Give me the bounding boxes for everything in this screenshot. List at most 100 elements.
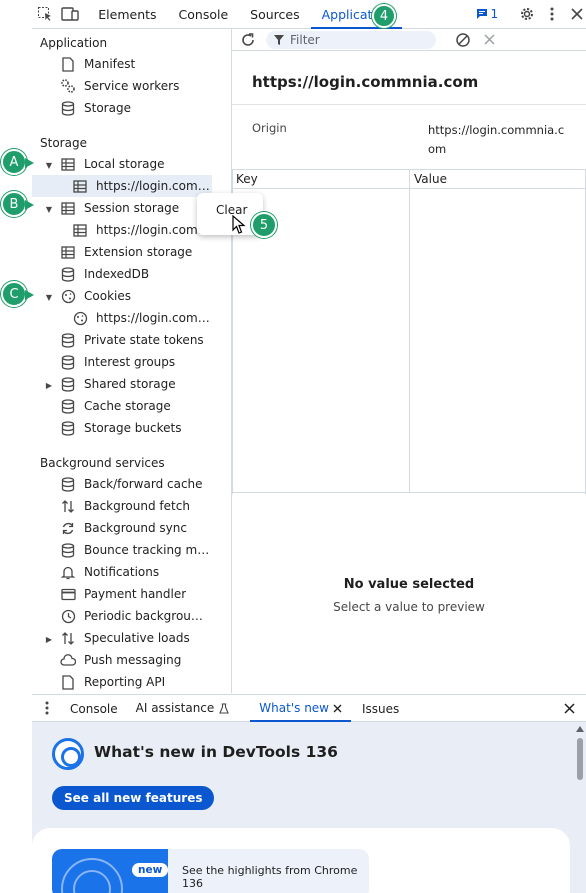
sidebar-item-label: Back/forward cache bbox=[84, 477, 203, 491]
device-toolbar-icon[interactable] bbox=[61, 3, 80, 25]
column-header-key[interactable]: Key bbox=[232, 170, 410, 188]
sidebar-item-storage-buckets[interactable]: Storage buckets bbox=[60, 417, 181, 439]
column-header-value[interactable]: Value bbox=[410, 170, 447, 188]
no-value-heading: No value selected bbox=[343, 577, 475, 592]
table-icon bbox=[60, 200, 76, 216]
sidebar-item-label: https://login.commnia.com bbox=[96, 179, 212, 193]
highlights-card[interactable]: new See the highlights from Chrome 136 bbox=[52, 849, 369, 893]
sidebar-item-local-storage-origin[interactable]: https://login.commnia.com bbox=[32, 175, 212, 197]
sidebar-item-local-storage[interactable]: Local storage bbox=[60, 153, 165, 175]
sidebar-item-indexeddb[interactable]: IndexedDB bbox=[60, 263, 149, 285]
sidebar-item-background-sync[interactable]: Background sync bbox=[60, 517, 187, 539]
database-icon bbox=[60, 542, 76, 558]
settings-icon[interactable] bbox=[518, 3, 537, 25]
close-devtools-icon[interactable] bbox=[567, 3, 586, 25]
sidebar-item-session-storage[interactable]: Session storage bbox=[60, 197, 179, 219]
database-icon bbox=[60, 266, 76, 282]
section-header-storage: Storage bbox=[40, 136, 87, 150]
caret-down-icon[interactable]: ▼ bbox=[44, 160, 54, 170]
sidebar-item-push-messaging[interactable]: Push messaging bbox=[60, 649, 181, 671]
whats-new-title: What's new in DevTools 136 bbox=[94, 743, 338, 761]
sidebar-item-label: https://login.comm... bbox=[96, 311, 212, 325]
caret-down-icon[interactable]: ▼ bbox=[44, 292, 54, 302]
section-header-background-services: Background services bbox=[40, 456, 165, 470]
drawer-tab-ai-assistance[interactable]: AI assistance bbox=[127, 695, 239, 722]
drawer-menu-icon[interactable] bbox=[45, 701, 49, 715]
caret-right-icon[interactable]: ▶ bbox=[44, 634, 54, 644]
clear-all-icon[interactable] bbox=[455, 32, 471, 48]
sidebar-item-extension-storage[interactable]: Extension storage bbox=[60, 241, 192, 263]
refresh-icon[interactable] bbox=[240, 32, 256, 48]
scroll-up-icon[interactable] bbox=[576, 726, 584, 732]
database-icon bbox=[60, 420, 76, 436]
sidebar-item-private-state-tokens[interactable]: Private state tokens bbox=[60, 329, 204, 351]
drawer-tab-console[interactable]: Console bbox=[61, 695, 127, 722]
clock-icon bbox=[60, 608, 76, 624]
sidebar-item-payment-handler[interactable]: Payment handler bbox=[60, 583, 186, 605]
sidebar-item-label: Background fetch bbox=[84, 499, 190, 513]
filter-input[interactable]: Filter bbox=[266, 31, 436, 49]
callout-c: C bbox=[1, 281, 34, 307]
sidebar-item-manifest[interactable]: Manifest bbox=[60, 53, 135, 75]
sidebar-item-cookies[interactable]: Cookies bbox=[60, 285, 131, 307]
sidebar-item-label: Interest groups bbox=[84, 355, 176, 369]
new-badge: new bbox=[132, 863, 169, 877]
sidebar-item-bounce-tracking[interactable]: Bounce tracking miti... bbox=[60, 539, 210, 561]
tab-sources[interactable]: Sources bbox=[239, 0, 310, 28]
delete-selected-icon[interactable] bbox=[484, 34, 495, 45]
sidebar-item-storage-overview[interactable]: Storage bbox=[60, 97, 131, 119]
see-all-features-button[interactable]: See all new features bbox=[52, 786, 215, 810]
credit-card-icon bbox=[60, 586, 76, 602]
sidebar-item-label: Local storage bbox=[84, 157, 165, 171]
drawer-scrollbar-thumb[interactable] bbox=[577, 738, 583, 780]
sidebar-item-back-forward-cache[interactable]: Back/forward cache bbox=[60, 473, 203, 495]
callout-5: 5 bbox=[251, 212, 277, 238]
issues-count: 1 bbox=[490, 7, 499, 21]
sidebar-item-label: Storage buckets bbox=[84, 421, 182, 435]
gears-icon bbox=[60, 78, 76, 94]
caret-down-icon[interactable]: ▼ bbox=[44, 204, 54, 214]
sidebar-item-session-storage-origin[interactable]: https://login.commnia.com bbox=[72, 219, 212, 241]
sidebar-item-label: https://login.commnia.com bbox=[96, 223, 212, 237]
sidebar-item-background-fetch[interactable]: Background fetch bbox=[60, 495, 190, 517]
database-icon bbox=[60, 398, 76, 414]
sidebar-item-label: Cache storage bbox=[84, 399, 171, 413]
sidebar-item-interest-groups[interactable]: Interest groups bbox=[60, 351, 175, 373]
sidebar-item-label: Periodic background ... bbox=[84, 609, 210, 623]
mouse-cursor-icon bbox=[232, 215, 246, 234]
bell-icon bbox=[60, 564, 76, 580]
devtools-logo-icon bbox=[52, 738, 84, 770]
sidebar-item-notifications[interactable]: Notifications bbox=[60, 561, 159, 583]
database-icon bbox=[60, 476, 76, 492]
close-drawer-icon[interactable] bbox=[564, 703, 575, 714]
sidebar-item-label: Payment handler bbox=[84, 587, 187, 601]
devtools-tab-bar: Elements Console Sources Application 1 bbox=[32, 0, 586, 29]
sidebar-item-reporting-api[interactable]: Reporting API bbox=[60, 671, 165, 693]
sidebar-item-label: Shared storage bbox=[84, 377, 176, 391]
cookie-icon bbox=[60, 288, 76, 304]
drawer-scrollbar[interactable] bbox=[574, 722, 586, 893]
cookie-icon bbox=[72, 310, 88, 326]
database-icon bbox=[60, 100, 76, 116]
table-icon bbox=[60, 244, 76, 260]
issues-badge[interactable]: 1 bbox=[476, 7, 498, 21]
close-tab-icon[interactable] bbox=[333, 704, 342, 713]
sidebar-item-periodic-background-sync[interactable]: Periodic background ... bbox=[60, 605, 210, 627]
sidebar-item-speculative-loads[interactable]: Speculative loads bbox=[60, 627, 190, 649]
sidebar-item-shared-storage[interactable]: Shared storage bbox=[60, 373, 176, 395]
table-icon bbox=[72, 178, 88, 194]
more-options-icon[interactable] bbox=[543, 3, 562, 25]
sidebar-item-cache-storage[interactable]: Cache storage bbox=[60, 395, 171, 417]
table-header: Key Value bbox=[232, 170, 586, 189]
drawer-tab-whats-new[interactable]: What's new bbox=[250, 695, 351, 722]
inspect-element-icon[interactable] bbox=[36, 3, 55, 25]
drawer-tab-issues[interactable]: Issues bbox=[353, 695, 408, 722]
tab-elements[interactable]: Elements bbox=[87, 0, 167, 28]
message-icon bbox=[477, 9, 488, 19]
tab-console[interactable]: Console bbox=[168, 0, 240, 28]
sidebar-item-service-workers[interactable]: Service workers bbox=[60, 75, 179, 97]
origin-value: https://login.commnia.com bbox=[428, 123, 565, 156]
caret-right-icon[interactable]: ▶ bbox=[44, 380, 54, 390]
sidebar-item-label: Bounce tracking miti... bbox=[84, 543, 210, 557]
sidebar-item-cookies-origin[interactable]: https://login.comm... bbox=[72, 307, 212, 329]
